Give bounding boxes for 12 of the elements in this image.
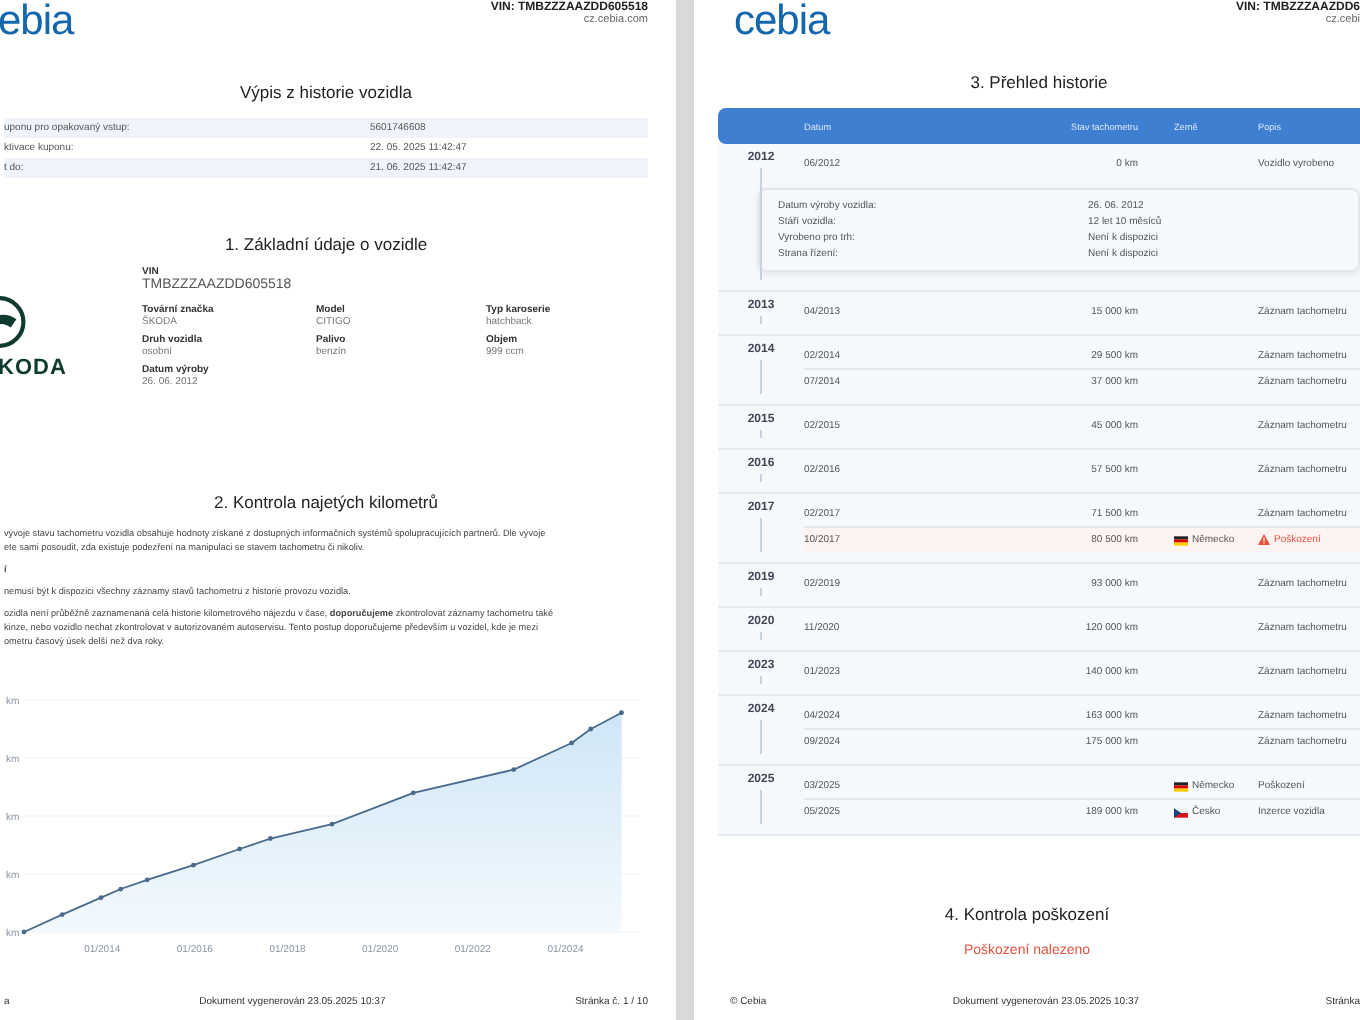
warning-icon xyxy=(1258,534,1270,546)
flag-icon xyxy=(1174,781,1188,791)
flag-icon xyxy=(1174,535,1188,545)
logo-text: ebia xyxy=(0,0,74,44)
logo-text: cebia xyxy=(734,0,830,44)
section-title: 2. Kontrola najetých kilometrů xyxy=(212,492,440,512)
flag-icon xyxy=(1174,807,1188,817)
section-title: 3. Přehled historie xyxy=(968,72,1110,92)
section-title: 4. Kontrola poškození xyxy=(942,904,1112,924)
brand-logo-text: KODA xyxy=(0,356,69,380)
page-title: Výpis z historie vozidla xyxy=(238,82,414,102)
section-title: 1. Základní údaje o vozidle xyxy=(222,234,430,254)
